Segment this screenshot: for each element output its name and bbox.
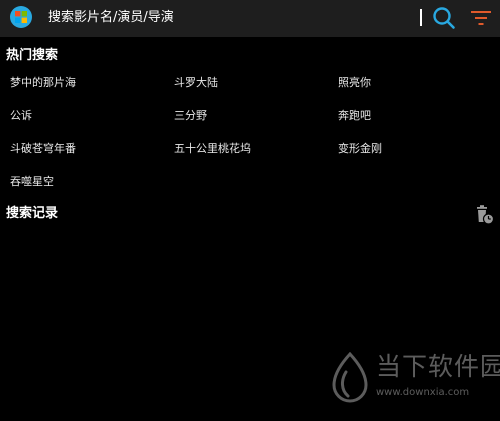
hot-search-item[interactable]: 五十公里桃花坞 xyxy=(174,142,251,156)
hot-search-item[interactable]: 奔跑吧 xyxy=(338,109,371,123)
hot-search-item[interactable]: 吞噬星空 xyxy=(10,175,54,189)
search-icon xyxy=(433,7,455,29)
clear-history-button[interactable] xyxy=(473,204,495,226)
hot-search-item[interactable]: 变形金刚 xyxy=(338,142,382,156)
hot-search-item[interactable]: 公诉 xyxy=(10,109,32,123)
hot-search-item[interactable]: 照亮你 xyxy=(338,76,371,90)
watermark-logo-icon xyxy=(332,352,368,403)
hot-search-item[interactable]: 斗罗大陆 xyxy=(174,76,218,90)
watermark: 当下软件园 www.downxia.com xyxy=(330,350,500,410)
filter-button[interactable] xyxy=(470,9,492,27)
search-history-title: 搜索记录 xyxy=(6,206,59,221)
watermark-name: 当下软件园 xyxy=(376,352,500,381)
top-bar xyxy=(0,0,500,37)
search-button[interactable] xyxy=(432,6,456,30)
text-cursor xyxy=(420,9,422,26)
hot-search-title: 热门搜索 xyxy=(6,48,59,63)
hot-search-item[interactable]: 三分野 xyxy=(174,109,207,123)
app-logo-icon xyxy=(10,6,32,28)
clear-history-icon xyxy=(477,205,495,225)
hot-search-item[interactable]: 梦中的那片海 xyxy=(10,76,76,90)
search-input[interactable] xyxy=(48,8,408,28)
filter-icon xyxy=(471,11,491,25)
watermark-url: www.downxia.com xyxy=(376,387,470,398)
hot-search-item[interactable]: 斗破苍穹年番 xyxy=(10,142,76,156)
